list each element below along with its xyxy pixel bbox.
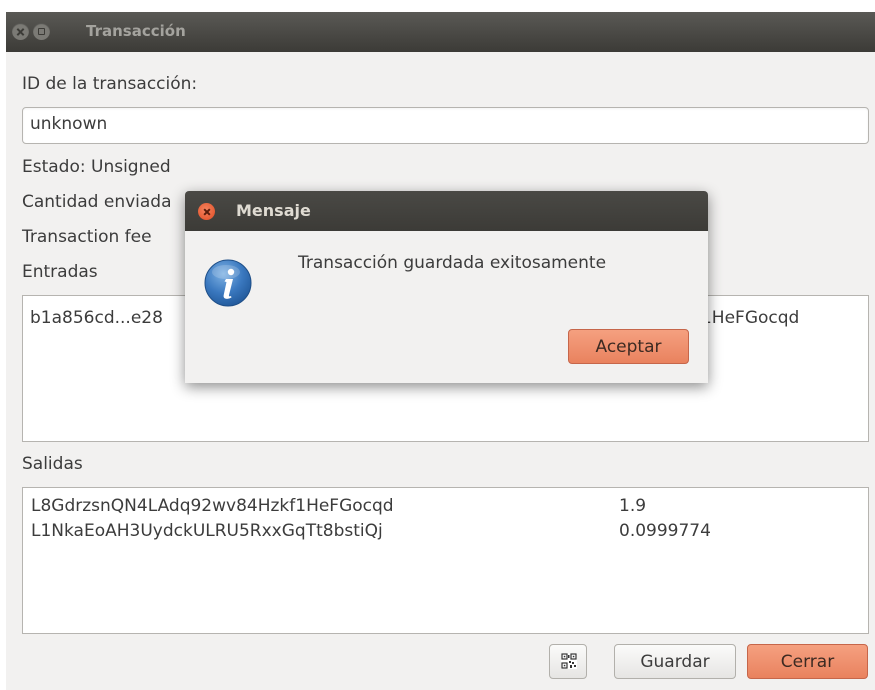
input-row-right: f1HeFGocqd (695, 308, 800, 328)
accept-button[interactable]: Aceptar (568, 329, 689, 364)
inputs-label: Entradas (22, 262, 98, 282)
qr-code-button[interactable] (549, 644, 587, 679)
transaction-id-field[interactable]: unknown (22, 107, 869, 144)
input-row-left: b1a856cd...e28 (30, 308, 163, 328)
dialog-message: Transacción guardada exitosamente (298, 253, 607, 273)
info-icon (204, 259, 252, 307)
output-address-1: L8GdrzsnQN4LAdq92wv84Hzkf1HeFGocqd (31, 496, 394, 516)
window-title: Transacción (86, 22, 186, 40)
output-address-2: L1NkaEoAH3UydckULRU5RxxGqTt8bstiQj (31, 521, 383, 541)
dialog-titlebar[interactable]: Mensaje (185, 191, 708, 231)
window-titlebar[interactable]: Transacción (6, 12, 875, 52)
transaction-fee-label: Transaction fee (22, 227, 152, 247)
dialog-title: Mensaje (236, 201, 311, 220)
status-label: Estado: Unsigned (22, 157, 171, 177)
close-button[interactable]: Cerrar (747, 644, 868, 679)
outputs-label: Salidas (22, 454, 83, 474)
window-close-icon[interactable] (12, 23, 29, 40)
output-amount-1: 1.9 (619, 496, 647, 516)
transaction-id-value: unknown (30, 114, 108, 134)
dialog-close-icon[interactable] (198, 203, 215, 220)
amount-sent-label: Cantidad enviada (22, 192, 172, 212)
window-minimize-icon[interactable] (33, 23, 50, 40)
output-amount-2: 0.0999774 (619, 521, 711, 541)
save-button[interactable]: Guardar (614, 644, 736, 679)
transaction-id-label: ID de la transacción: (22, 74, 198, 94)
outputs-list[interactable]: L8GdrzsnQN4LAdq92wv84Hzkf1HeFGocqd 1.9 L… (22, 487, 869, 634)
qr-code-icon (561, 653, 577, 669)
message-dialog: Mensaje Transacción guardada exitosament… (185, 191, 708, 383)
